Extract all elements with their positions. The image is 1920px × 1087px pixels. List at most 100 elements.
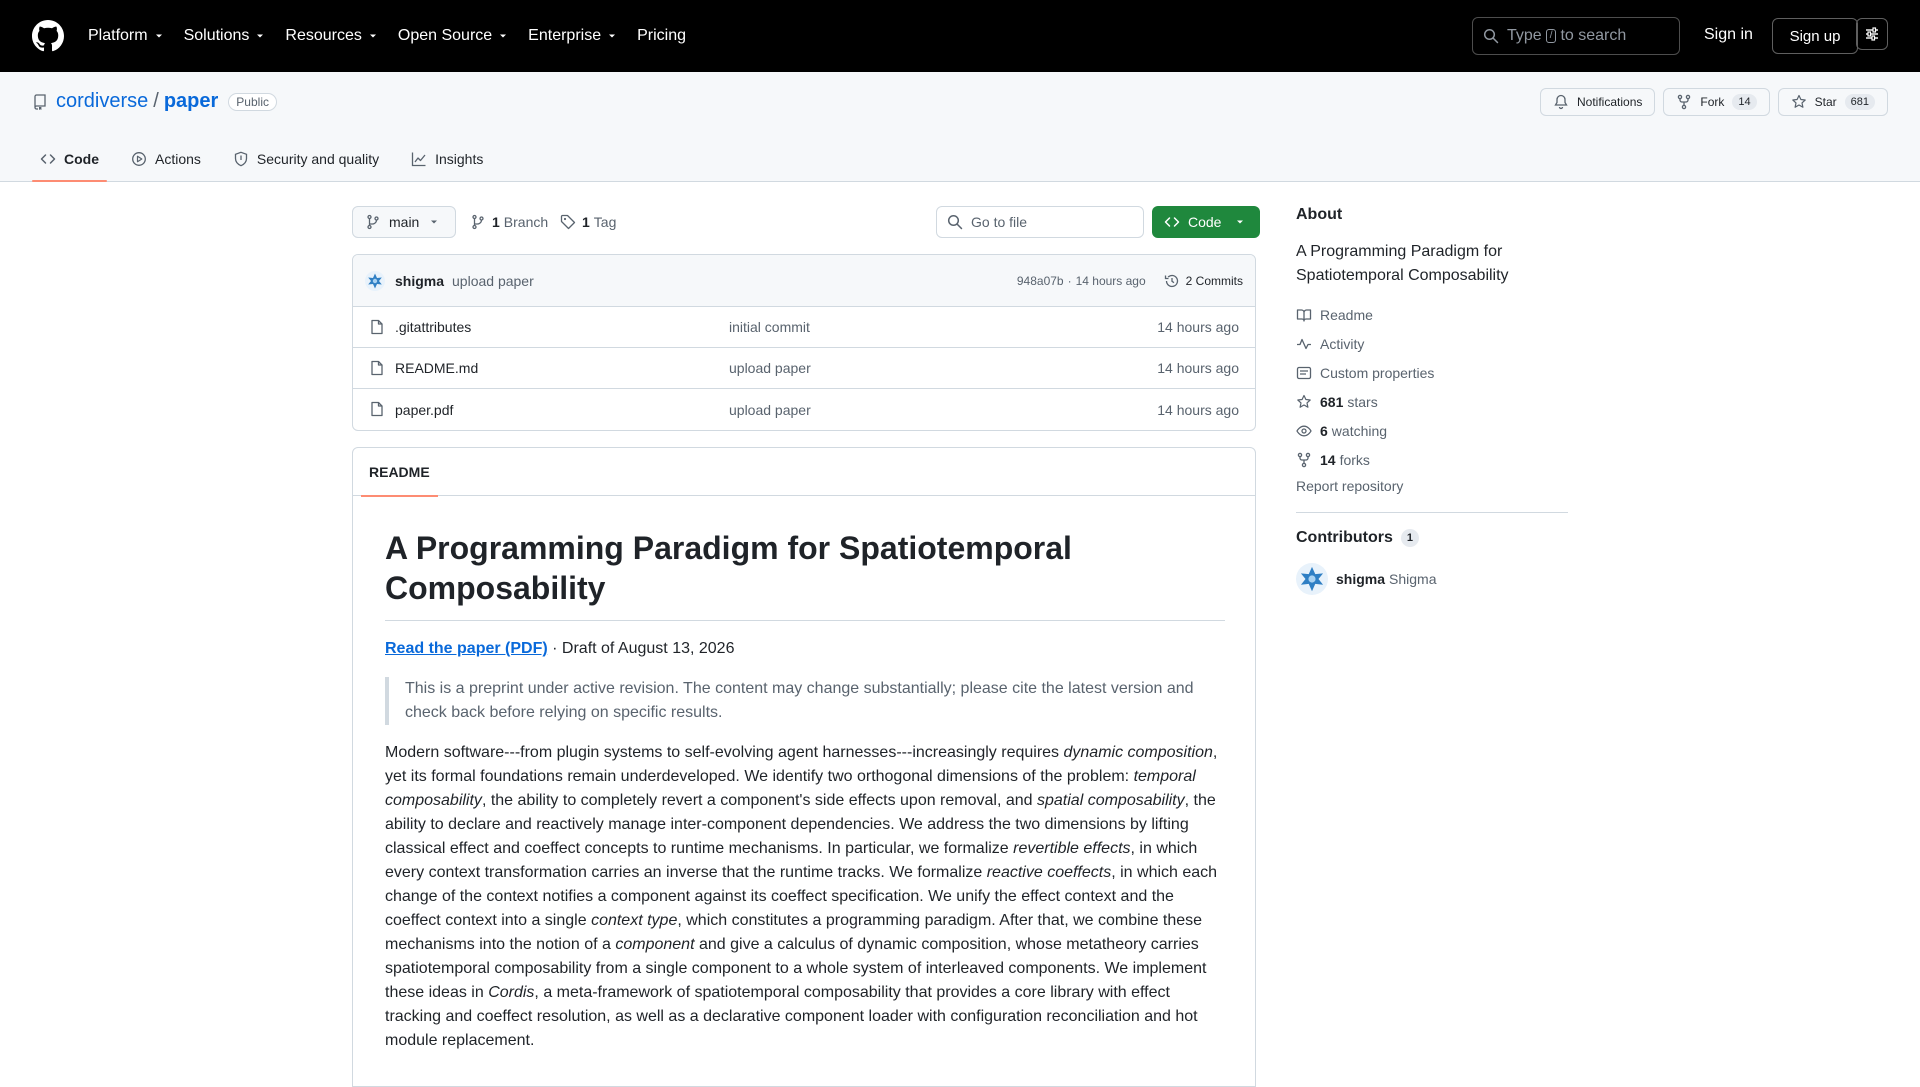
nav-label: Enterprise (528, 27, 602, 44)
chevron-down-icon (155, 34, 162, 38)
tab-insights[interactable]: Insights (403, 136, 491, 182)
contributors-heading[interactable]: Contributors (1296, 529, 1393, 547)
code-button-label: Code (1188, 214, 1222, 230)
readme-abstract: Modern software---from plugin systems to… (385, 741, 1225, 1053)
search-icon (1483, 28, 1499, 44)
tab-code[interactable]: Code (32, 136, 107, 182)
file-rows: .gitattributes initial commit 14 hours ago… (353, 307, 1255, 430)
table-row[interactable]: .gitattributes initial commit 14 hours ago (353, 307, 1255, 348)
file-commit-message-link[interactable]: upload paper (729, 360, 811, 376)
abstract-emphasis: component (615, 936, 695, 953)
chevron-down-icon (609, 34, 616, 38)
appearance-settings-button[interactable] (1856, 18, 1888, 50)
code-icon (40, 154, 56, 164)
file-commit-message-link[interactable]: initial commit (729, 319, 810, 335)
readme-subtitle: Read the paper (PDF) · Draft of August 1… (385, 637, 1257, 661)
tags-link[interactable]: 1 Tag (560, 206, 616, 238)
sidebar-link-activity[interactable]: Activity (1296, 329, 1568, 358)
chevron-down-icon (500, 34, 507, 38)
file-list: shigma upload paper 948a07b · 14 hours a… (352, 254, 1256, 431)
caret-down-icon (1237, 220, 1244, 224)
star-count: 681 (1844, 94, 1875, 110)
notifications-button[interactable]: Notifications (1540, 88, 1656, 116)
nav-resources[interactable]: Resources (285, 27, 377, 45)
sign-in-link[interactable]: Sign in (1704, 26, 1753, 44)
nav-label: Open Source (397, 27, 493, 44)
table-row[interactable]: paper.pdf upload paper 14 hours ago (353, 389, 1255, 430)
tab-label: Code (64, 151, 99, 167)
draft-date: · Draft of August 13, 2026 (547, 640, 735, 657)
abstract-emphasis: reactive coeffects (986, 864, 1112, 881)
star-button[interactable]: Star 681 (1777, 88, 1888, 116)
sidebar-link-label: forks (1339, 451, 1370, 468)
repo-icon (34, 93, 46, 110)
file-name-link[interactable]: README.md (395, 360, 478, 376)
readme-title: A Programming Paradigm for Spatiotempora… (385, 528, 1225, 621)
tags-label: Tag (593, 214, 617, 230)
sidebar-link-count: 681 (1320, 393, 1344, 410)
avatar-star-icon (368, 273, 382, 288)
read-paper-link[interactable]: Read the paper (PDF) (385, 640, 548, 657)
sidebar-link-forks[interactable]: 14 forks (1296, 445, 1568, 474)
nav-enterprise[interactable]: Enterprise (528, 27, 617, 45)
repo-actions: Notifications Fork 14 Star 681 (1532, 88, 1888, 116)
branch-name: main (389, 214, 420, 230)
report-repository-link[interactable]: Report repository (1296, 478, 1568, 494)
search-input[interactable]: Type / to search (1472, 17, 1680, 55)
readme-tabbar: README (353, 448, 1255, 497)
sign-up-button[interactable]: Sign up (1772, 18, 1858, 54)
sidebar-link-stars[interactable]: 681 stars (1296, 387, 1568, 416)
file-name-link[interactable]: paper.pdf (395, 402, 453, 418)
file-icon (371, 360, 383, 376)
sidebar-link-label: Readme (1320, 306, 1373, 323)
readme-body: A Programming Paradigm for Spatiotempora… (385, 528, 1257, 1053)
file-commit-age: 14 hours ago (1157, 401, 1239, 418)
commit-author-link[interactable]: shigma (395, 273, 444, 289)
abstract-emphasis: spatial composability (1037, 792, 1185, 809)
branch-icon (472, 214, 484, 230)
avatar[interactable] (365, 270, 385, 291)
repo-name-link[interactable]: paper (164, 90, 218, 113)
github-logo-icon[interactable] (32, 20, 64, 52)
file-toolbar: main 1 Branch 1 Tag Go to file Code (352, 206, 1260, 238)
tab-label: Actions (155, 151, 201, 167)
table-row[interactable]: README.md upload paper 14 hours ago (353, 348, 1255, 389)
branch-selector[interactable]: main (352, 206, 456, 238)
history-icon (1164, 274, 1178, 288)
repo-owner-link[interactable]: cordiverse (56, 90, 148, 113)
nav-solutions[interactable]: Solutions (184, 27, 266, 45)
book-icon (1296, 308, 1312, 322)
repo-tabs: Code Actions Security and quality Insights (32, 136, 507, 182)
contributor-item[interactable]: shigma Shigma (1296, 563, 1568, 595)
tab-security-and-quality[interactable]: Security and quality (225, 136, 387, 182)
file-commit-age: 14 hours ago (1157, 360, 1239, 376)
commits-history-link[interactable]: 2 Commits (1164, 273, 1243, 289)
sidebar-link-watching[interactable]: 6 watching (1296, 416, 1568, 445)
nav-pricing[interactable]: Pricing (637, 27, 686, 45)
repo-description: A Programming Paradigm for Spatiotempora… (1296, 243, 1509, 284)
code-icon (1164, 217, 1180, 227)
avatar[interactable] (1296, 563, 1328, 595)
about-links: Readme Activity Custom properties 681 stars 6… (1296, 300, 1568, 474)
tab-actions[interactable]: Actions (123, 136, 209, 182)
file-commit-message-link[interactable]: upload paper (729, 402, 811, 418)
nav-platform[interactable]: Platform (88, 27, 164, 45)
go-to-file-input[interactable]: Go to file (936, 206, 1144, 238)
fork-button[interactable]: Fork 14 (1663, 88, 1770, 116)
caret-down-icon (431, 220, 438, 224)
nav-open-source[interactable]: Open Source (398, 27, 508, 45)
readme-tab[interactable]: README (361, 448, 438, 497)
chevron-down-icon (257, 34, 264, 38)
fork-icon (1678, 94, 1691, 110)
file-name-link[interactable]: .gitattributes (395, 319, 471, 335)
branches-link[interactable]: 1 Branch (470, 206, 548, 238)
code-dropdown-button[interactable]: Code (1152, 206, 1260, 238)
sliders-icon (1866, 27, 1878, 41)
commit-message-link[interactable]: upload paper (452, 273, 534, 289)
commit-hash-link[interactable]: 948a07b (1017, 274, 1064, 288)
sidebar-divider (1296, 512, 1568, 513)
sidebar-link-label: watching (1331, 422, 1388, 439)
sidebar-link-custom-properties[interactable]: Custom properties (1296, 358, 1568, 387)
contributors-count: 1 (1400, 529, 1419, 547)
sidebar-link-readme[interactable]: Readme (1296, 300, 1568, 329)
